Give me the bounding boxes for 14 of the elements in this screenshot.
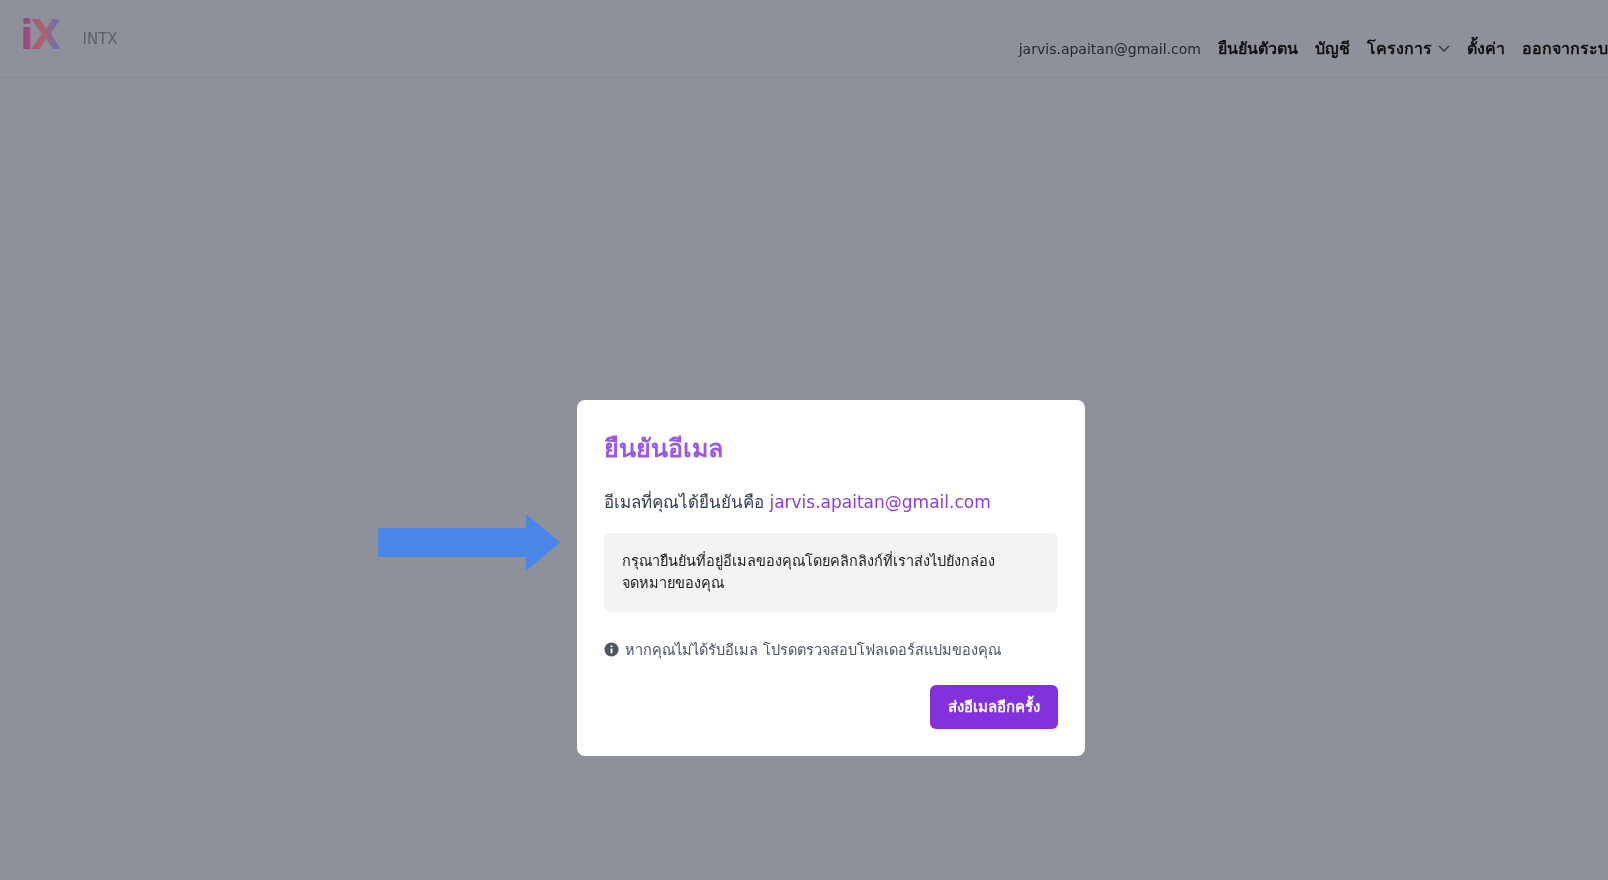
email-link[interactable]: jarvis.apaitan@gmail.com bbox=[769, 492, 991, 512]
nav-link[interactable]: ออกจากระบ bbox=[1522, 36, 1608, 61]
dialog-title: ยืนยันอีเมล bbox=[604, 433, 724, 465]
nav-link[interactable]: บัญชี bbox=[1315, 36, 1350, 61]
nav-link[interactable]: ตั้งค่า bbox=[1467, 36, 1505, 61]
info-icon bbox=[604, 641, 619, 657]
user-email: jarvis.apaitan@gmail.com bbox=[1018, 40, 1201, 57]
resend-email-button[interactable]: ส่งอีเมลอีกครั้ง bbox=[930, 684, 1058, 729]
notice-message: กรุณายืนยันที่อยู่อีเมลของคุณโดยคลิกลิงก์ที่เราส่งไปยังกล่องจดหมายของคุณ bbox=[604, 533, 1058, 612]
spam-hint: หากคุณไม่ได้รับอีเมล โปรดตรวจสอบโฟลเดอร์สแปมของคุณ bbox=[625, 640, 1001, 661]
nav-dropdown[interactable]: โครงการ bbox=[1367, 36, 1450, 61]
nav-link[interactable]: ยืนยันตัวตน bbox=[1218, 36, 1298, 61]
chevron-icon bbox=[1438, 44, 1450, 53]
verified-email-text: อีเมลที่คุณได้ยืนยันคือ jarvis.apaitan@gmail.com bbox=[604, 489, 992, 515]
